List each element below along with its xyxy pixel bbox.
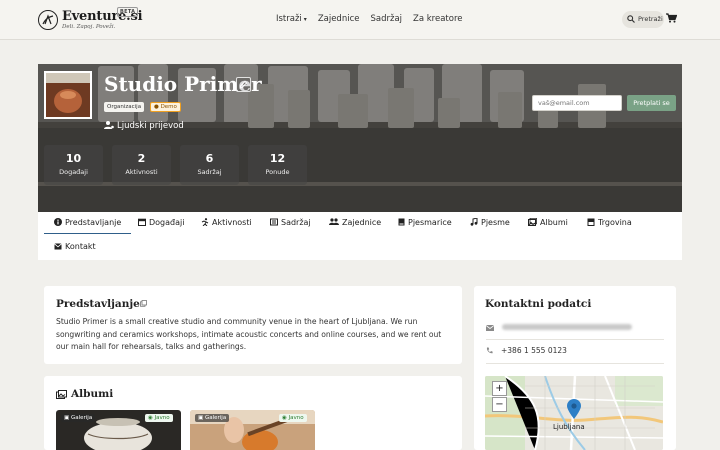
main-nav: Istraži ▾ Zajednice Sadržaj Za kreatore [276, 14, 463, 24]
images-icon: ▣ [198, 415, 205, 421]
tab-label: Pjesmarice [408, 218, 452, 227]
tab-albumi[interactable]: Albumi [528, 212, 568, 234]
tab-predstavljanje[interactable]: Predstavljanje [44, 212, 132, 234]
images-icon [528, 217, 537, 226]
stat-value: 10 [65, 152, 82, 165]
about-card: Predstavljanje Studio Primer is a small … [44, 286, 462, 364]
cart-icon[interactable] [666, 13, 677, 23]
nav-item-za-kreatore[interactable]: Za kreatore [413, 14, 462, 24]
envelope-icon [54, 243, 62, 250]
search-button[interactable]: Pretraži [622, 11, 664, 28]
album-type-badge: ▣ Galerija [61, 414, 96, 422]
tab-trgovina[interactable]: Trgovina [587, 212, 632, 234]
brand-tagline: Deli. Zapoj. Poveži. [62, 24, 116, 30]
images-icon: ▣ [64, 415, 71, 421]
tab-label: Događaji [149, 218, 185, 227]
album-visibility-label: Javno [288, 415, 304, 421]
calendar-icon [138, 218, 146, 227]
phone-number: +386 1 555 0123 [501, 346, 567, 355]
stat-label: Aktivnosti [125, 168, 158, 176]
stat-label: Sadržaj [197, 168, 222, 176]
tab-sadrzaj[interactable]: Sadržaj [270, 212, 311, 234]
album-visibility-badge: ◉ Javno [279, 414, 307, 422]
about-title: Predstavljanje [56, 298, 140, 310]
top-navbar: Eventure.si BETA Deli. Zapoj. Poveži. Is… [0, 0, 720, 40]
album-card[interactable]: ▣ Galerija ◉ Javno [56, 410, 181, 450]
beta-badge: BETA [117, 7, 139, 17]
divider [486, 339, 664, 340]
store-icon [587, 218, 595, 226]
contact-email[interactable] [485, 323, 632, 332]
album-type-badge: ▣ Galerija [195, 414, 230, 422]
copy-icon[interactable] [140, 300, 147, 307]
type-badge: Organizacija [104, 102, 145, 112]
chevron-down-icon: ▾ [303, 16, 307, 23]
tab-label: Predstavljanje [65, 218, 122, 227]
nav-item-label: Istraži [276, 14, 302, 24]
subscribe-button[interactable]: Pretplati se [627, 95, 676, 111]
album-visibility-label: Javno [154, 415, 170, 421]
stat-value: 6 [205, 152, 214, 165]
nav-item-istrazi[interactable]: Istraži ▾ [276, 14, 307, 24]
tab-kontakt[interactable]: Kontakt [54, 236, 96, 258]
profile-avatar [44, 71, 92, 119]
nav-item-zajednice[interactable]: Zajednice [318, 14, 360, 24]
email-field[interactable] [532, 95, 622, 111]
nav-item-sadrzaj[interactable]: Sadržaj [370, 14, 402, 24]
tab-label: Zajednice [342, 218, 382, 227]
tab-aktivnosti[interactable]: Aktivnosti [201, 212, 252, 234]
zoom-in-button[interactable]: + [492, 381, 507, 396]
demo-badge-label: Demo [160, 104, 177, 110]
tab-dogadaji[interactable]: Događaji [138, 212, 184, 234]
users-icon [329, 218, 339, 225]
logo-icon[interactable] [38, 10, 58, 30]
images-icon [56, 390, 67, 399]
zoom-out-button[interactable]: − [492, 397, 507, 412]
contact-phone[interactable]: +386 1 555 0123 [486, 346, 567, 355]
divider [486, 363, 664, 364]
stat-value: 2 [137, 152, 146, 165]
search-icon [627, 15, 635, 23]
book-icon [398, 218, 405, 226]
stat-value: 12 [269, 152, 286, 165]
about-text: Studio Primer is a small creative studio… [56, 317, 442, 351]
category-label: Ljudski prijevod [104, 121, 184, 131]
map-city-label: Ljubljana [553, 423, 585, 431]
album-type-label: Galerija [204, 415, 227, 421]
stat-label: Događaji [59, 168, 88, 176]
tab-label: Kontakt [65, 242, 96, 251]
email-redacted [502, 324, 632, 330]
stat-content[interactable]: 6 Sadržaj [180, 145, 239, 185]
map-pin-icon[interactable] [567, 399, 581, 419]
demo-badge: ● Demo [150, 102, 181, 112]
albums-title: Albumi [71, 388, 114, 400]
category-text: Ljudski prijevod [117, 121, 184, 131]
edit-icon[interactable] [236, 77, 251, 92]
user-cog-icon [104, 121, 114, 129]
tab-label: Trgovina [598, 218, 632, 227]
running-icon [201, 218, 209, 227]
music-icon [470, 217, 478, 226]
tab-label: Sadržaj [281, 218, 311, 227]
search-label: Pretraži [638, 15, 663, 23]
tab-zajednice[interactable]: Zajednice [329, 212, 381, 234]
album-type-label: Galerija [70, 415, 93, 421]
stat-events[interactable]: 10 Događaji [44, 145, 103, 185]
tab-pjesme[interactable]: Pjesme [470, 212, 510, 234]
envelope-icon [485, 325, 495, 331]
tab-pjesmarice[interactable]: Pjesmarice [398, 212, 452, 234]
stat-label: Ponude [265, 168, 290, 176]
phone-icon [486, 347, 493, 354]
content-icon [270, 218, 278, 226]
info-icon [54, 218, 62, 226]
contact-title: Kontaktni podatci [485, 298, 592, 310]
album-card[interactable]: ▣ Galerija ◉ Javno [190, 410, 315, 450]
album-visibility-badge: ◉ Javno [145, 414, 173, 422]
tab-label: Pjesme [481, 218, 510, 227]
tab-label: Albumi [540, 218, 568, 227]
tab-label: Aktivnosti [212, 218, 252, 227]
stat-offers[interactable]: 12 Ponude [248, 145, 307, 185]
stat-activities[interactable]: 2 Aktivnosti [112, 145, 171, 185]
